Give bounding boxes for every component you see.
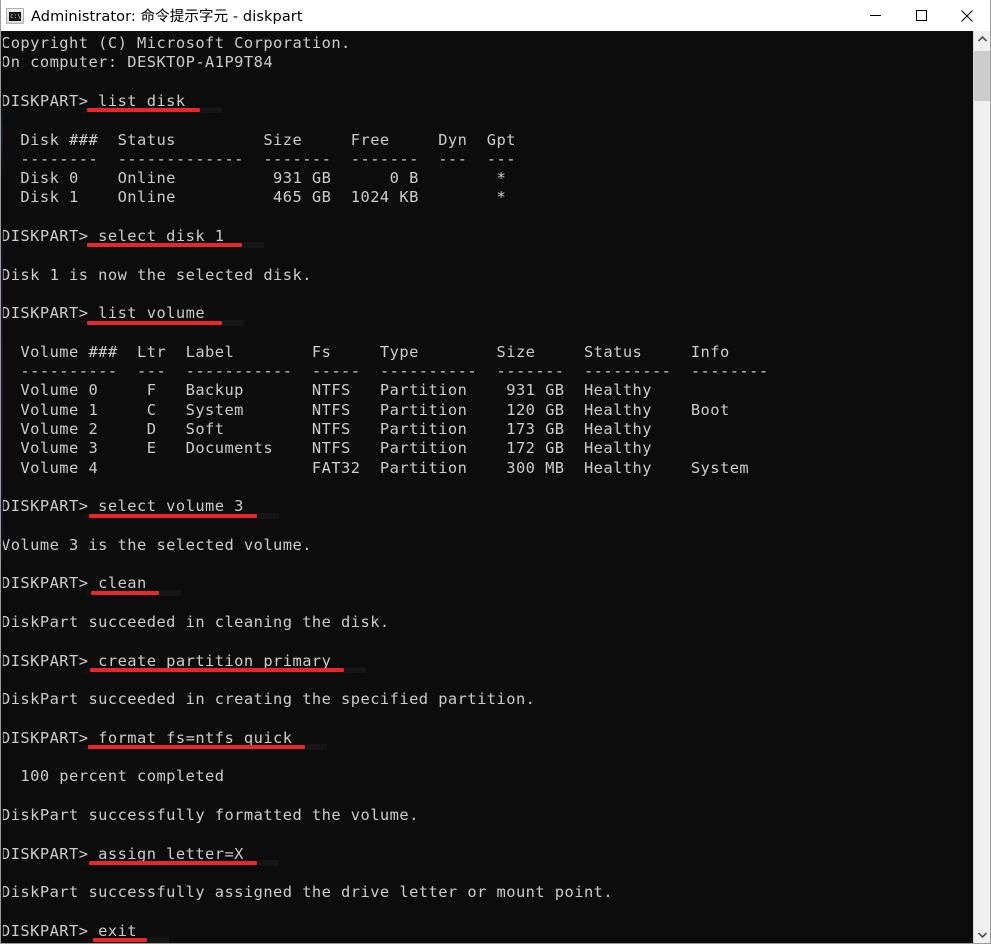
scrollbar-track[interactable] [974,48,990,926]
console-line: Volume 1 C System NTFS Partition 120 GB … [1,400,730,419]
console-line: DiskPart successfully assigned the drive… [1,883,614,902]
scroll-down-arrow[interactable] [974,926,990,943]
window-title: Administrator: 命令提示字元 - diskpart [31,9,303,25]
minimize-button[interactable] [852,0,898,31]
command-highlight-underline [86,589,181,596]
command-highlight-underline [85,666,366,673]
scroll-up-arrow[interactable] [974,31,990,48]
console-line: Volume 4 FAT32 Partition 300 MB Healthy … [1,458,750,477]
console-line: DiskPart succeeded in cleaning the disk. [1,613,390,631]
console-screen: Copyright (C) Microsoft Corporation. On c… [1,31,963,943]
console-line: On computer: DESKTOP-A1P9T84 [1,53,274,72]
console-line: Volume ### Ltr Label Fs Type Size Status… [1,342,730,361]
scroll-thumb[interactable] [974,51,990,101]
console-line: -------- ------------- ------- ------- -… [1,149,516,168]
console-line: DiskPart succeeded in creating the speci… [1,690,536,709]
console-line: Volume 3 is the selected volume. [1,535,312,554]
command-highlight-underline [84,859,279,866]
console-line: Disk ### Status Size Free Dyn Gpt [1,130,516,149]
console-icon: c:\ [6,7,24,24]
command-prompt-window: c:\ Administrator: 命令提示字元 - diskpart Cop… [0,0,991,944]
command-highlight-underline [82,242,264,249]
console-line: Disk 1 Online 465 GB 1024 KB * [1,188,507,207]
command-highlight-underline [84,512,279,519]
console-line: DiskPart successfully formatted the volu… [1,806,419,824]
console-line: Volume 0 F Backup NTFS Partition 931 GB … [1,381,652,400]
console-left-edge [1,31,3,943]
console-line: ---------- --- ----------- ----- -------… [1,362,769,381]
console-line: Volume 2 D Soft NTFS Partition 173 GB He… [1,420,652,438]
command-highlight-underline [83,744,327,751]
command-highlight-underline [88,937,169,943]
console-line: Copyright (C) Microsoft Corporation. [1,34,351,52]
command-highlight-underline [82,319,244,326]
console-line: Disk 0 Online 931 GB 0 B * [1,169,507,188]
command-highlight-underline [82,107,222,114]
window-controls [852,0,990,31]
console-output-area[interactable]: Copyright (C) Microsoft Corporation. On c… [1,31,990,943]
console-line: Volume 3 E Documents NTFS Partition 172 … [1,439,652,458]
console-line: Disk 1 is now the selected disk. [1,265,312,284]
close-button[interactable] [944,0,990,31]
maximize-button[interactable] [898,0,944,31]
console-scrollbar[interactable] [973,31,990,943]
console-line: 100 percent completed [1,767,225,786]
window-titlebar[interactable]: c:\ Administrator: 命令提示字元 - diskpart [1,0,990,32]
